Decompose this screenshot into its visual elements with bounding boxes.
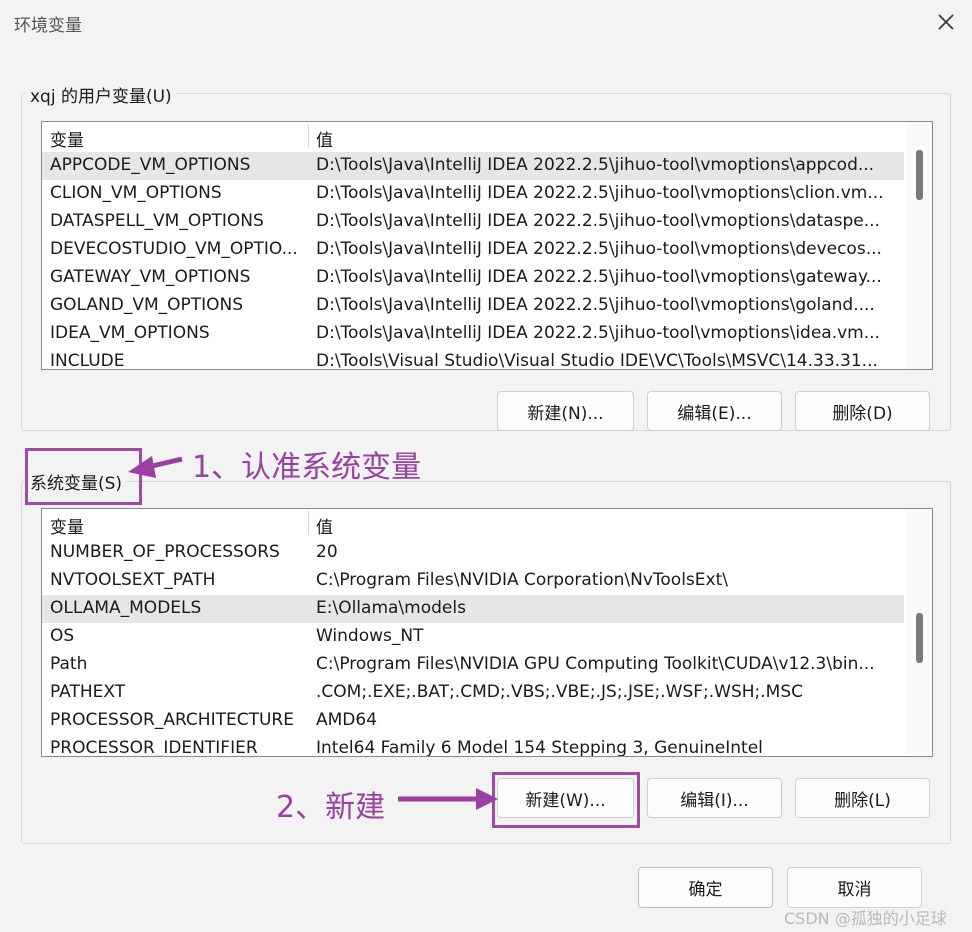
- annotation-step2: 2、新建: [276, 790, 386, 825]
- annotation-step1: 1、认准系统变量: [192, 450, 422, 485]
- annotation-arrows: [128, 456, 498, 810]
- watermark: CSDN @孤独的小足球: [784, 909, 947, 928]
- arrow-icon: [128, 456, 498, 810]
